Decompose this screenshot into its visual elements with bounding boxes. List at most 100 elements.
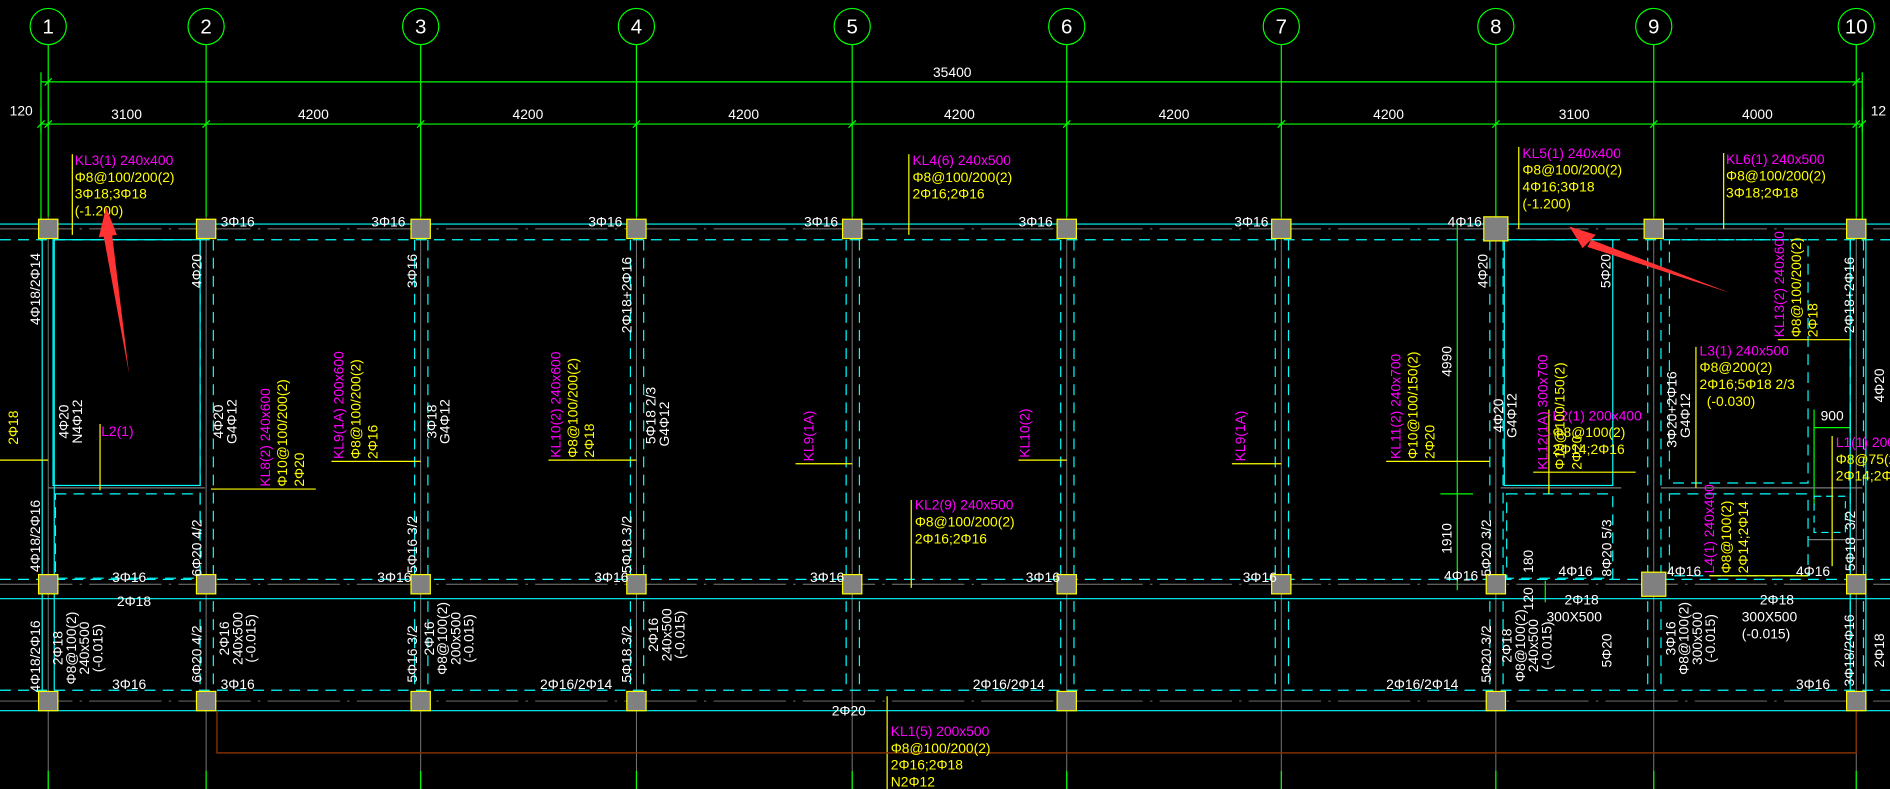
axis-label: 6 xyxy=(1061,16,1072,39)
axis-label: 9 xyxy=(1648,16,1659,39)
rebar-note: 2Φ16/2Φ14 xyxy=(973,676,1045,692)
rebar-note: 4Φ18/2Φ16 xyxy=(27,620,43,692)
rebar-note: 5Φ18 xyxy=(1842,537,1858,571)
rebar-note: (-0.015) xyxy=(1742,625,1791,641)
column xyxy=(410,690,431,712)
beam-spec: Φ8@100/200(2) xyxy=(75,169,175,185)
vertical-dimension: 1910 xyxy=(1438,523,1454,554)
column xyxy=(37,573,59,595)
rebar-note: 4Φ20 xyxy=(188,254,204,288)
beam-name: KL3(1) 240x400 xyxy=(75,152,174,168)
column xyxy=(1271,218,1292,240)
column xyxy=(1056,690,1077,712)
rebar-note: 3Φ16 xyxy=(221,213,255,229)
beam-name: KL12(1A) 300x700 xyxy=(1535,354,1551,470)
rebar-note: 3Φ16 xyxy=(1026,569,1060,585)
rebar-note: G4Φ12 xyxy=(656,402,672,447)
column xyxy=(626,573,647,595)
beam-spec: Φ10@100/150(2) xyxy=(1404,352,1420,459)
beam-spec: 2Φ14;2Φ14 xyxy=(1735,501,1751,573)
span-dimension: 3100 xyxy=(1559,106,1590,122)
beam-spec: (-1.200) xyxy=(1522,195,1571,211)
rebar-note: 3Φ16 xyxy=(377,569,411,585)
axis-label: 1 xyxy=(43,16,54,39)
rebar-note: 3Φ16 xyxy=(1796,676,1830,692)
span-dimension: 4000 xyxy=(1742,106,1773,122)
rebar-note: 3Φ16 xyxy=(1243,569,1277,585)
beam-spec: 2Φ16;2Φ16 xyxy=(912,186,984,202)
rebar-note: 3Φ16 xyxy=(404,254,420,288)
rebar-note: 4Φ16 xyxy=(1448,213,1482,229)
beam-spec: Φ8@200(2) xyxy=(1700,359,1773,375)
column xyxy=(1056,573,1077,595)
span-dimension: 4200 xyxy=(728,106,759,122)
column xyxy=(1485,690,1507,712)
rebar-note: 5Φ18 3/2 xyxy=(619,625,635,682)
rebar-note: 300X500 xyxy=(1742,609,1798,625)
rebar-note: 5Φ20 3/2 xyxy=(1478,625,1494,682)
beam-spec: Φ8@100/200(2) xyxy=(891,740,991,756)
rebar-note: 3Φ16 xyxy=(112,676,146,692)
beam-spec: 3Φ18;3Φ18 xyxy=(75,186,147,202)
beam-label-kl9-bay5[interactable]: KL9(1A) xyxy=(801,411,817,462)
beam-label-l2-left[interactable]: L2(1) xyxy=(101,423,133,439)
beam-label-kl10-bay6[interactable]: KL10(2) xyxy=(1016,408,1032,457)
beam-spec: N2Φ12 xyxy=(891,774,935,789)
beam-spec: (-1.200) xyxy=(75,203,124,219)
rebar-note: 6Φ20 4/2 xyxy=(188,519,204,576)
total-dimension: 35400 xyxy=(933,64,972,80)
beam-label-l1[interactable]: L1(1) 200x400 Φ8@75(2) 2Φ14;2Φ16 xyxy=(1836,434,1890,484)
beam-name: L2(1) xyxy=(101,423,133,439)
beam-name: KL11(2) 240x700 xyxy=(1388,353,1404,458)
axis-label: 3 xyxy=(415,16,426,39)
section-line: (-0.015) xyxy=(461,614,477,662)
beam-spec: 2Φ18 xyxy=(1805,303,1821,337)
section-line: (-0.015) xyxy=(672,611,688,659)
rebar-note: 8Φ20 5/3 xyxy=(1599,519,1615,577)
column xyxy=(37,690,59,712)
rebar-note: 5Φ20 3/2 xyxy=(1478,519,1494,576)
column xyxy=(195,218,217,240)
column xyxy=(841,573,863,595)
rebar-note: 5Φ18 3/2 xyxy=(619,516,635,573)
rebar-note: 5Φ16 3/2 xyxy=(404,625,420,682)
span-dimension: 4200 xyxy=(944,106,975,122)
column xyxy=(1846,690,1867,712)
rebar-note: 3Φ16 xyxy=(1019,213,1053,229)
beam-name: KL2(9) 240x500 xyxy=(915,497,1014,513)
column xyxy=(1846,218,1867,240)
rebar-note: 3Φ16 xyxy=(221,676,255,692)
rebar-note: 5Φ16 3/2 xyxy=(404,516,420,573)
rebar-note: 3Φ16 xyxy=(112,569,146,585)
beam-spec: (-0.030) xyxy=(1707,393,1756,409)
offset-dimension: 900 xyxy=(1821,407,1844,423)
rebar-note: 4Φ18/2Φ14 xyxy=(27,253,43,325)
span-dimension: 4200 xyxy=(298,106,329,122)
beam-name: KL1(5) 200x500 xyxy=(891,723,990,739)
edge-dimension-left: 120 xyxy=(10,103,33,119)
column xyxy=(37,218,59,240)
beam-spec: 2Φ20 xyxy=(291,452,307,486)
column xyxy=(841,218,863,240)
beam-name: L1(1) 200x400 xyxy=(1836,434,1890,450)
rebar-note: 2Φ18 xyxy=(1871,633,1887,667)
beam-spec: 2Φ16;2Φ16 xyxy=(915,530,987,546)
axis-label: 5 xyxy=(846,16,857,39)
rebar-note: 4Φ16 xyxy=(1667,563,1701,579)
beam-name: KL9(1A) 200x600 xyxy=(331,351,347,459)
beam-spec: Φ8@100(2) xyxy=(1718,501,1734,574)
rebar-note: 2Φ18 xyxy=(1760,592,1794,608)
axis-label: 10 xyxy=(1845,16,1868,39)
rebar-note: 4Φ16 xyxy=(1796,563,1830,579)
cad-drawing-canvas[interactable]: 1 2 3 4 5 6 7 8 9 10 35400 3100 4200 420… xyxy=(0,0,1890,789)
beam-label-kl9-bay7[interactable]: KL9(1A) xyxy=(1232,411,1248,462)
axis-label: 8 xyxy=(1490,16,1501,39)
rebar-note: 2Φ18 xyxy=(1565,592,1599,608)
rebar-note: 3Φ16 xyxy=(588,213,622,229)
beam-spec: 2Φ20 xyxy=(1421,425,1437,459)
vertical-dimension: 4990 xyxy=(1438,346,1454,377)
beam-spec: 2Φ16;5Φ18 2/3 xyxy=(1700,376,1796,392)
beam-spec: Φ8@75(2) xyxy=(1836,451,1890,467)
rebar-note: 3Φ16 xyxy=(594,569,628,585)
beam-spec: Φ8@100/200(2) xyxy=(1788,238,1804,338)
